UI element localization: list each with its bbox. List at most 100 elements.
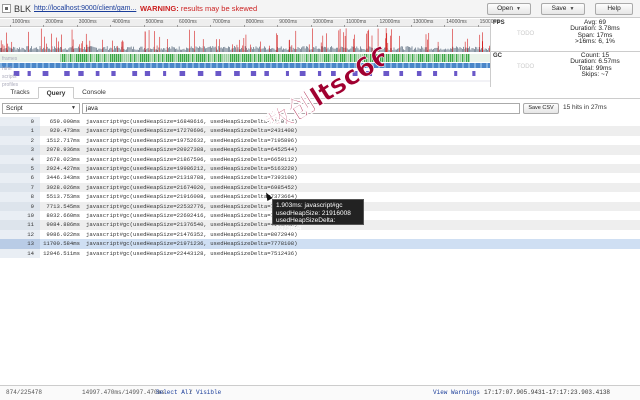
- script-block: [111, 71, 116, 76]
- frame-block: [184, 54, 186, 62]
- select-visible-link[interactable]: Visible: [196, 386, 221, 400]
- frame-block: [112, 54, 114, 62]
- select-all-link[interactable]: Select All: [156, 386, 192, 400]
- result-row[interactable]: 7 3928.026ms javascript#gc(usedHeapSize=21…: [0, 182, 640, 193]
- result-row[interactable]: 2 1512.717ms javascript#gc(usedHeapSize=19…: [0, 135, 640, 146]
- result-row[interactable]: 6 3446.343ms javascript#gc(usedHeapSize=21…: [0, 173, 640, 183]
- frame-bar: [432, 49, 433, 52]
- tab-tracks[interactable]: Tracks: [4, 87, 36, 99]
- frame-block: [154, 54, 156, 62]
- frame-block: [420, 54, 422, 62]
- frame-block: [140, 54, 142, 62]
- ruler-tick-mark: [10, 25, 11, 27]
- view-warnings-link[interactable]: View Warnings: [433, 386, 480, 400]
- language-select[interactable]: Script ▼: [2, 103, 80, 114]
- help-button[interactable]: Help: [595, 3, 633, 15]
- save-csv-button[interactable]: Save CSV: [523, 103, 559, 114]
- row-index: 14: [27, 249, 34, 257]
- frame-block: [398, 54, 400, 62]
- html-segment: [18, 63, 20, 68]
- fps-spike: [391, 29, 392, 52]
- app-name: BLK: [14, 4, 32, 14]
- row-text: javascript#gc(usedHeapSize=19986212, use…: [86, 165, 298, 172]
- frame-bar: [199, 46, 200, 52]
- result-row[interactable]: 1 929.473ms javascript#gc(usedHeapSize=172…: [0, 126, 640, 136]
- row-time: 2924.427ms: [46, 165, 80, 172]
- fps-spike: [89, 40, 91, 52]
- frame-bar: [418, 48, 420, 52]
- frame-block: [86, 54, 88, 62]
- script-block: [64, 71, 70, 76]
- frame-bar: [397, 48, 398, 52]
- fps-spike: [2, 44, 4, 52]
- save-button[interactable]: Save ▼: [541, 3, 585, 15]
- result-row[interactable]: 3 2078.936ms javascript#gc(usedHeapSize=20…: [0, 145, 640, 155]
- frame-block: [396, 54, 398, 62]
- frame-block: [212, 54, 214, 62]
- script-block: [472, 71, 476, 76]
- frame-bar: [114, 46, 115, 52]
- frame-block: [106, 54, 108, 62]
- html-segment: [198, 63, 200, 68]
- result-row[interactable]: 5 2924.427ms javascript#gc(usedHeapSize=19…: [0, 164, 640, 174]
- frame-block: [178, 54, 180, 62]
- fps-spike: [0, 40, 2, 52]
- frame-bar: [18, 49, 19, 52]
- frame-bar: [400, 46, 402, 52]
- frame-block: [422, 54, 424, 62]
- ruler-tick-label: 6000ms: [179, 19, 197, 25]
- frame-bar: [398, 48, 400, 52]
- frame-block: [126, 54, 128, 62]
- frame-bar: [462, 48, 463, 52]
- html-segment: [414, 63, 416, 68]
- html-segment: [468, 63, 470, 68]
- frame-bar: [104, 47, 106, 52]
- frame-block: [182, 54, 184, 62]
- script-block: [144, 71, 151, 76]
- html-segment: [144, 63, 146, 68]
- html-segment: [84, 63, 86, 68]
- result-row[interactable]: 14 12046.511ms javascript#gc(usedHeapSize=…: [0, 248, 640, 258]
- frame-bar: [231, 48, 233, 52]
- frame-bar: [120, 49, 121, 52]
- frame-bar: [404, 49, 406, 52]
- tab-console[interactable]: Console: [76, 87, 112, 99]
- frame-bar: [62, 49, 64, 52]
- frame-block: [434, 54, 436, 62]
- frame-bar: [439, 49, 440, 52]
- frame-block: [102, 54, 104, 62]
- result-row[interactable]: 4 2678.023ms javascript#gc(usedHeapSize=21…: [0, 154, 640, 164]
- frame-bar: [152, 48, 154, 52]
- frame-block: [222, 54, 224, 62]
- html-segment: [174, 63, 176, 68]
- script-block: [132, 71, 138, 76]
- html-segment: [486, 63, 488, 68]
- frame-block: [386, 54, 388, 62]
- html-segment: [384, 63, 386, 68]
- fps-spike: [428, 32, 430, 52]
- frame-block: [90, 54, 92, 62]
- html-segment: [114, 63, 116, 68]
- frame-block: [404, 54, 406, 62]
- frame-bar: [162, 49, 163, 52]
- row-index: 7: [30, 183, 34, 191]
- frame-bar: [69, 47, 71, 52]
- html-segment: [204, 63, 206, 68]
- fps-spike: [159, 36, 161, 52]
- frame-bar: [193, 48, 194, 52]
- row-text: javascript#gc(usedHeapSize=22443128, use…: [86, 249, 298, 257]
- frame-bar: [422, 47, 424, 52]
- chevron-down-icon: ▼: [515, 6, 521, 12]
- frame-block: [148, 54, 150, 62]
- frame-bar: [447, 48, 449, 52]
- frame-block: [464, 54, 466, 62]
- frame-bar: [115, 48, 116, 52]
- source-url-link[interactable]: http://localhost:9000/client/gam...: [34, 5, 136, 12]
- results-list[interactable]: 0 659.090ms javascript#gc(usedHeapSize=168…: [0, 117, 640, 385]
- open-button[interactable]: Open ▼: [487, 3, 531, 15]
- result-row[interactable]: 13 11700.584ms javascript#gc(usedHeapSize=…: [0, 239, 640, 249]
- frame-bar: [384, 47, 385, 52]
- frame-bar: [218, 46, 220, 52]
- tab-query[interactable]: Query: [38, 87, 74, 99]
- html-segment: [108, 63, 110, 68]
